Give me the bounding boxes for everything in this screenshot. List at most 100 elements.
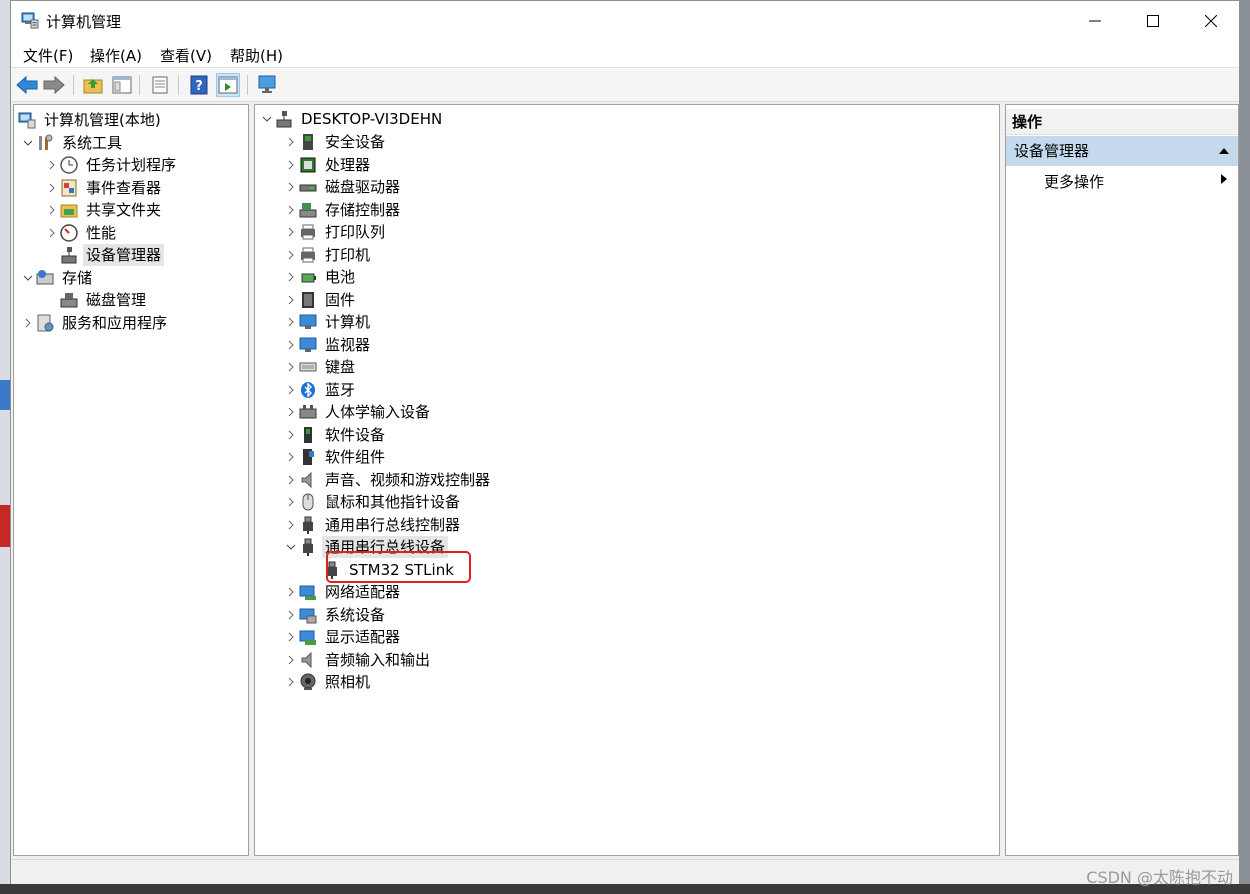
device-category-row[interactable]: 照相机 (283, 671, 373, 693)
up-level-button[interactable] (81, 73, 105, 97)
more-actions-item[interactable]: 更多操作 (1006, 167, 1238, 197)
device-category-row[interactable]: 鼠标和其他指针设备 (283, 491, 463, 513)
tree-item-task-scheduler[interactable]: 任务计划程序 (44, 154, 179, 176)
help-button[interactable]: ? (187, 73, 211, 97)
back-button[interactable] (15, 73, 39, 97)
chevron-right-icon[interactable] (283, 244, 299, 266)
chevron-right-icon[interactable] (283, 671, 299, 693)
menu-view[interactable]: 查看(V) (160, 45, 212, 66)
device-category-row[interactable]: 人体学输入设备 (283, 401, 433, 423)
tree-item-device-manager[interactable]: 设备管理器 (44, 244, 165, 266)
device-category-row[interactable]: 键盘 (283, 356, 358, 378)
menu-file[interactable]: 文件(F) (23, 45, 73, 66)
device-category-label: 声音、视频和游戏控制器 (325, 471, 491, 489)
chevron-right-icon[interactable] (44, 199, 60, 221)
device-category-label: 安全设备 (325, 133, 386, 151)
title-bar[interactable]: 计算机管理 (11, 1, 1239, 41)
actions-pane: 操作 设备管理器 更多操作 (1005, 104, 1239, 856)
disk-drive-icon (299, 178, 317, 196)
speaker-icon (299, 471, 317, 489)
tree-item-disk-management[interactable]: 磁盘管理 (44, 289, 149, 311)
action-pane-button[interactable] (216, 73, 240, 97)
performance-icon (60, 224, 78, 242)
chevron-down-icon[interactable] (259, 108, 275, 130)
shared-folder-icon (60, 201, 78, 219)
properties-button[interactable] (148, 73, 172, 97)
chevron-right-icon[interactable] (283, 311, 299, 333)
toolbar-separator (139, 75, 140, 95)
chevron-right-icon[interactable] (283, 424, 299, 446)
audio-icon (299, 651, 317, 669)
tree-item-event-viewer[interactable]: 事件查看器 (44, 177, 164, 199)
forward-button[interactable] (42, 73, 66, 97)
device-category-row[interactable]: 处理器 (283, 154, 373, 176)
tree-item-services-apps[interactable]: 服务和应用程序 (20, 312, 170, 334)
tree-item-computer-management[interactable]: 计算机管理(本地) (18, 109, 164, 131)
chevron-right-icon[interactable] (283, 199, 299, 221)
maximize-button[interactable] (1124, 1, 1182, 41)
chevron-right-icon[interactable] (44, 222, 60, 244)
chevron-right-icon[interactable] (283, 289, 299, 311)
chevron-right-icon[interactable] (283, 446, 299, 468)
chevron-right-icon[interactable] (283, 266, 299, 288)
show-hide-tree-button[interactable] (110, 73, 134, 97)
tree-item-performance[interactable]: 性能 (44, 222, 119, 244)
minimize-button[interactable] (1066, 1, 1124, 41)
device-category-row[interactable]: 网络适配器 (283, 581, 403, 603)
chevron-right-icon[interactable] (283, 176, 299, 198)
tree-item-system-tools[interactable]: 系统工具 (20, 132, 125, 154)
chevron-right-icon[interactable] (20, 312, 36, 334)
device-manager-icon (60, 246, 78, 264)
device-category-row[interactable]: 软件组件 (283, 446, 388, 468)
chevron-right-icon[interactable] (283, 334, 299, 356)
device-category-row[interactable]: 电池 (283, 266, 358, 288)
close-button[interactable] (1182, 1, 1240, 41)
chevron-right-icon[interactable] (283, 581, 299, 603)
chevron-right-icon[interactable] (283, 649, 299, 671)
chevron-down-icon[interactable] (20, 267, 36, 289)
chevron-right-icon[interactable] (283, 221, 299, 243)
tree-item-shared-folders[interactable]: 共享文件夹 (44, 199, 164, 221)
chevron-right-icon[interactable] (283, 379, 299, 401)
tree-item-storage[interactable]: 存储 (20, 267, 95, 289)
device-category-row[interactable]: 蓝牙 (283, 379, 358, 401)
chevron-right-icon[interactable] (283, 401, 299, 423)
device-category-row[interactable]: 显示适配器 (283, 626, 403, 648)
menu-help[interactable]: 帮助(H) (230, 45, 283, 66)
device-category-row[interactable]: 安全设备 (283, 131, 388, 153)
device-category-row[interactable]: 系统设备 (283, 604, 388, 626)
chevron-right-icon[interactable] (44, 177, 60, 199)
chevron-right-icon[interactable] (283, 604, 299, 626)
chevron-right-icon[interactable] (283, 356, 299, 378)
tree-item-label: 磁盘管理 (86, 291, 147, 309)
device-category-row[interactable]: 软件设备 (283, 424, 388, 446)
device-category-row[interactable]: 声音、视频和游戏控制器 (283, 469, 493, 491)
device-category-row[interactable]: 计算机 (283, 311, 373, 333)
action-pane-icon (218, 76, 238, 94)
chevron-right-icon[interactable] (283, 469, 299, 491)
device-category-label: 软件设备 (325, 426, 386, 444)
device-category-row[interactable]: 磁盘驱动器 (283, 176, 403, 198)
chevron-right-icon[interactable] (283, 514, 299, 536)
device-category-row[interactable]: 打印机 (283, 244, 373, 266)
device-category-row[interactable]: 通用串行总线控制器 (283, 514, 463, 536)
collapse-up-icon[interactable] (1218, 136, 1230, 166)
device-category-row[interactable]: 打印队列 (283, 221, 388, 243)
taskbar (0, 884, 1250, 894)
device-category-row[interactable]: 音频输入和输出 (283, 649, 433, 671)
chevron-right-icon[interactable] (283, 131, 299, 153)
chevron-right-icon[interactable] (283, 626, 299, 648)
actions-section-device-manager[interactable]: 设备管理器 (1006, 136, 1238, 166)
chevron-right-icon[interactable] (283, 154, 299, 176)
usb-icon (299, 538, 317, 556)
chevron-down-icon[interactable] (20, 132, 36, 154)
scan-hardware-button[interactable] (256, 73, 280, 97)
chevron-down-icon[interactable] (283, 536, 299, 558)
device-category-row[interactable]: 存储控制器 (283, 199, 403, 221)
device-category-row[interactable]: 固件 (283, 289, 358, 311)
chevron-right-icon[interactable] (283, 491, 299, 513)
menu-action[interactable]: 操作(A) (90, 45, 142, 66)
device-tree-root[interactable]: DESKTOP-VI3DEHN (259, 108, 445, 130)
device-category-row[interactable]: 监视器 (283, 334, 373, 356)
chevron-right-icon[interactable] (44, 154, 60, 176)
